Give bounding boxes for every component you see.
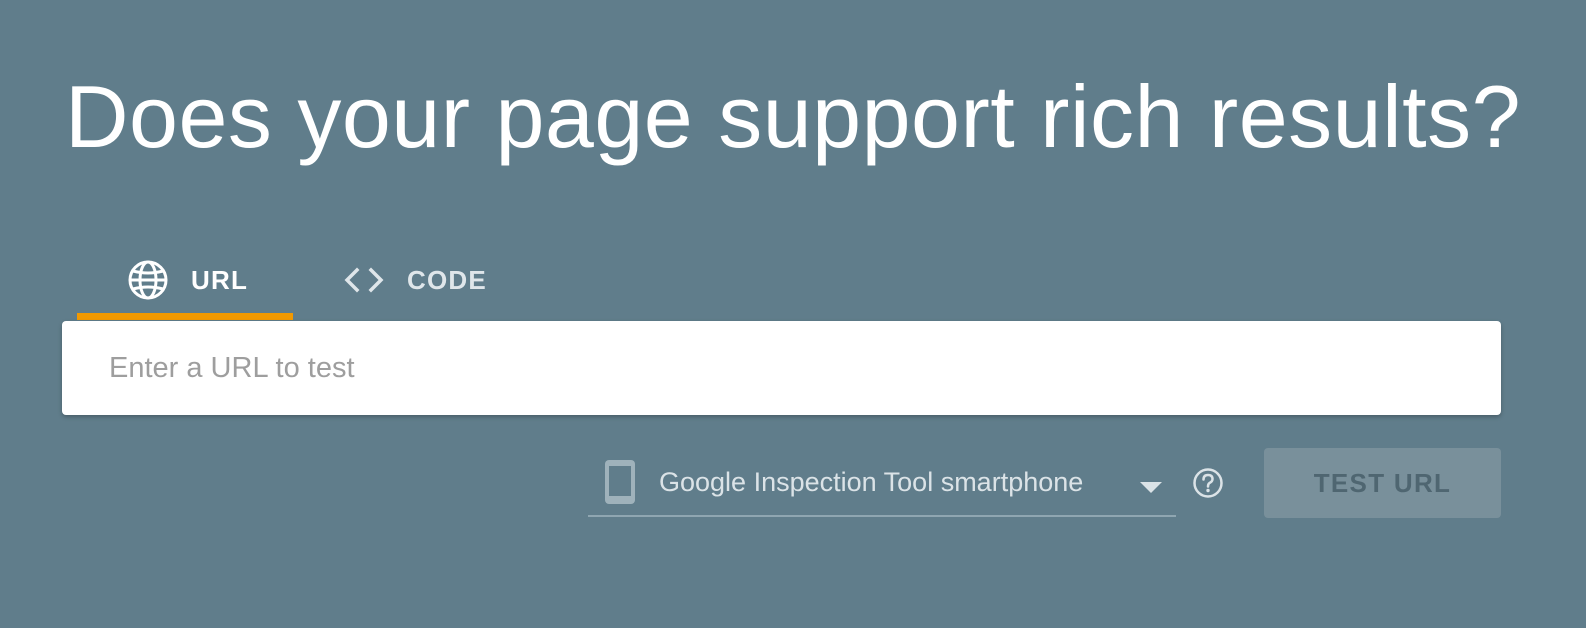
- input-mode-tabs: URL CODE: [77, 236, 509, 324]
- tab-url-label: URL: [191, 265, 249, 295]
- chevron-down-icon: [1140, 482, 1162, 493]
- url-input-container: [62, 321, 1501, 415]
- test-url-button[interactable]: TEST URL: [1264, 448, 1501, 518]
- code-icon: [343, 259, 385, 301]
- tab-code[interactable]: CODE: [293, 236, 509, 324]
- globe-icon: [127, 259, 169, 301]
- active-tab-indicator: [77, 313, 293, 320]
- tab-url[interactable]: URL: [77, 236, 293, 324]
- help-icon[interactable]: [1192, 467, 1224, 499]
- tab-code-label: CODE: [407, 265, 487, 295]
- user-agent-select[interactable]: Google Inspection Tool smartphone: [588, 449, 1176, 517]
- smartphone-icon: [603, 458, 637, 506]
- user-agent-selected-value: Google Inspection Tool smartphone: [659, 466, 1084, 497]
- page-title: Does your page support rich results?: [64, 67, 1522, 166]
- url-input[interactable]: [62, 321, 1501, 415]
